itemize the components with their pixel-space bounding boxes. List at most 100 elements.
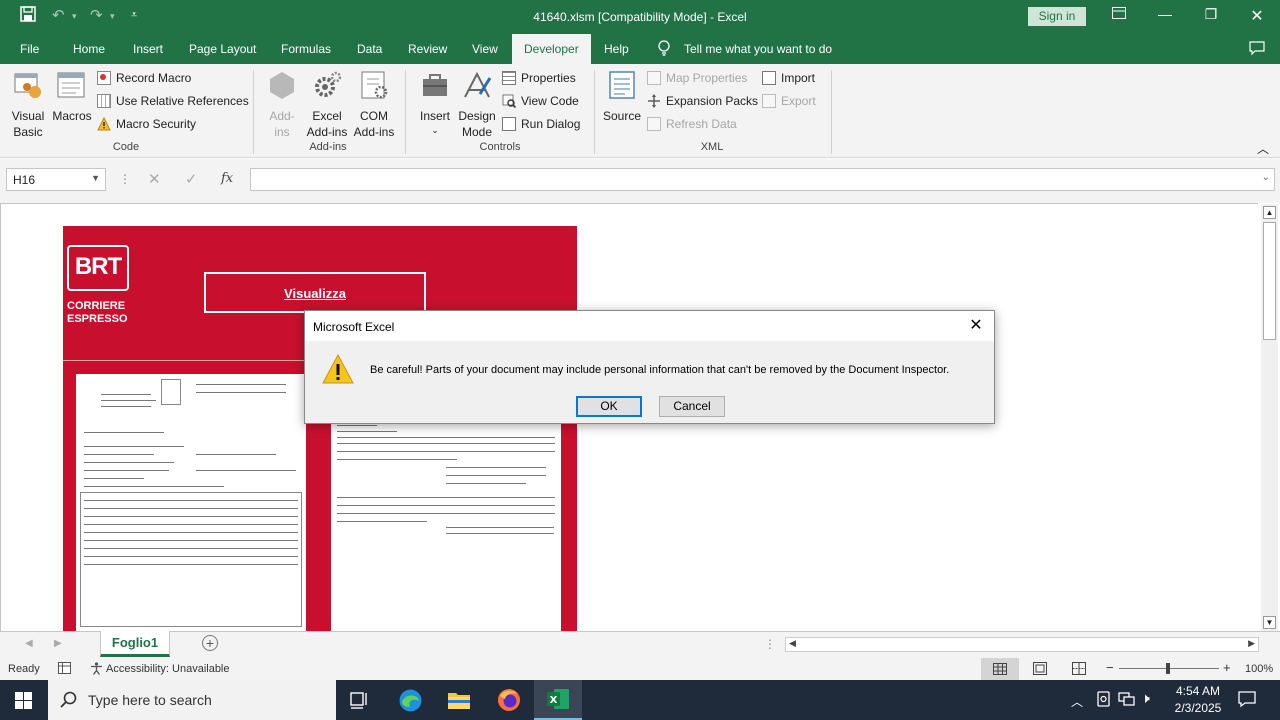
taskbar-search-box[interactable]: Type here to search [48, 680, 336, 720]
tab-home[interactable]: Home [73, 42, 105, 56]
insert-control-button[interactable]: Insert ⌄ [414, 68, 456, 140]
tab-data[interactable]: Data [357, 42, 382, 56]
excel-add-ins-button[interactable]: Excel Add-ins [303, 68, 351, 140]
view-code-button[interactable]: View Code [502, 94, 579, 109]
scroll-up-icon[interactable]: ▲ [1263, 206, 1276, 219]
xml-source-icon [609, 71, 635, 99]
properties-button[interactable]: Properties [502, 71, 576, 85]
file-explorer-icon[interactable] [447, 689, 471, 714]
zoom-in-icon[interactable]: + [1223, 660, 1231, 675]
tab-file[interactable]: File [20, 42, 39, 56]
normal-view-button[interactable] [981, 658, 1019, 680]
insert-function-icon[interactable]: fx [221, 171, 233, 186]
code-group-label: Code [112, 141, 140, 153]
name-box[interactable]: H16 ▼ [6, 168, 106, 191]
run-dialog-button[interactable]: Run Dialog [502, 117, 580, 131]
record-macro-button[interactable]: Record Macro [97, 71, 191, 85]
show-hidden-icons[interactable]: ︿ [1071, 693, 1083, 710]
tab-help[interactable]: Help [604, 42, 629, 56]
gear-icon [315, 71, 342, 97]
ribbon: Visual Basic Macros Record Macro Use Rel… [0, 64, 1280, 158]
design-mode-button[interactable]: Design Mode [456, 68, 498, 140]
prev-sheet-icon[interactable]: ◀ [25, 638, 33, 649]
edge-icon[interactable] [398, 688, 423, 716]
accessibility-status[interactable]: Accessibility: Unavailable [106, 663, 230, 675]
windows-start-icon[interactable] [15, 692, 32, 712]
macro-recording-icon[interactable] [58, 662, 71, 677]
dialog-close-icon[interactable]: ✕ [966, 316, 986, 336]
visualizza-button[interactable]: Visualizza [204, 272, 426, 313]
scroll-down-icon[interactable]: ▼ [1263, 616, 1276, 629]
ribbon-display-options-icon[interactable] [1109, 6, 1129, 22]
macros-button[interactable]: Macros [50, 68, 94, 140]
cancel-entry-icon[interactable]: ✕ [148, 170, 161, 188]
relative-references-icon [97, 94, 111, 108]
restore-icon[interactable]: ❐ [1201, 6, 1221, 23]
sheet-tab-foglio1[interactable]: Foglio1 [100, 631, 170, 657]
xml-source-button[interactable]: Source [601, 68, 643, 140]
com-add-ins-button[interactable]: COM Add-ins [351, 68, 397, 140]
formula-input[interactable]: ⌄ [250, 168, 1275, 191]
dialog-title: Microsoft Excel [313, 320, 395, 334]
tab-developer[interactable]: Developer [512, 34, 591, 64]
add-ins-icon [270, 72, 294, 99]
tell-me-search[interactable]: Tell me what you want to do [684, 42, 832, 56]
import-button[interactable]: Import [762, 71, 815, 85]
windows-taskbar: Type here to search X ︿ 🕨 4:54 AM 2/3/20… [0, 680, 1280, 720]
use-relative-references-button[interactable]: Use Relative References [97, 94, 249, 108]
vertical-scrollbar[interactable]: ▲ ▼ [1261, 204, 1278, 632]
tab-formulas[interactable]: Formulas [281, 42, 331, 56]
collapse-ribbon-icon[interactable]: ︿ [1257, 140, 1269, 157]
accessibility-icon[interactable] [90, 662, 103, 678]
zoom-out-icon[interactable]: − [1106, 660, 1114, 675]
tab-split-grip-icon[interactable]: ⋮ [764, 637, 776, 651]
formula-bar: H16 ▼ ⋮ ✕ ✓ fx ⌄ [0, 159, 1280, 203]
invoice-page-image [76, 374, 306, 631]
new-sheet-icon[interactable]: + [202, 635, 218, 651]
expansion-packs-button[interactable]: Expansion Packs [647, 94, 758, 108]
task-view-icon[interactable] [350, 691, 368, 712]
com-add-ins-icon [361, 71, 388, 99]
notifications-icon[interactable] [1238, 690, 1256, 711]
window-title: 41640.xlsm [Compatibility Mode] - Excel [533, 10, 747, 24]
firefox-icon[interactable] [497, 688, 521, 715]
meet-now-icon[interactable] [1096, 691, 1111, 710]
volume-icon[interactable]: 🕨 [1141, 690, 1150, 707]
export-button[interactable]: Export [762, 94, 816, 108]
network-icon[interactable] [1118, 691, 1135, 710]
taskbar-date[interactable]: 2/3/2025 [1170, 701, 1226, 715]
divider [405, 70, 406, 154]
tab-insert[interactable]: Insert [133, 42, 163, 56]
cancel-button[interactable]: Cancel [659, 396, 725, 417]
visual-basic-button[interactable]: Visual Basic [6, 68, 50, 140]
confirm-entry-icon[interactable]: ✓ [185, 170, 198, 188]
scrollbar-thumb[interactable] [1263, 222, 1276, 340]
page-layout-view-icon[interactable] [1033, 662, 1047, 678]
tab-page-layout[interactable]: Page Layout [189, 42, 256, 56]
zoom-slider-thumb[interactable] [1166, 663, 1170, 674]
name-box-dropdown-icon[interactable]: ▼ [91, 173, 100, 183]
taskbar-time[interactable]: 4:54 AM [1170, 684, 1226, 698]
close-icon[interactable]: ✕ [1247, 6, 1267, 26]
page-break-preview-icon[interactable] [1072, 662, 1086, 678]
macro-security-button[interactable]: Macro Security [97, 116, 196, 131]
map-properties-button[interactable]: Map Properties [647, 71, 747, 85]
search-icon [60, 691, 77, 711]
add-ins-button[interactable]: Add- ins [262, 68, 302, 140]
svg-text:X: X [550, 695, 558, 706]
divider [253, 70, 254, 154]
comments-icon[interactable] [1249, 40, 1265, 59]
excel-taskbar-button[interactable]: X [534, 680, 582, 720]
next-sheet-icon[interactable]: ▶ [54, 638, 62, 649]
sign-in-button[interactable]: Sign in [1028, 7, 1086, 26]
tab-view[interactable]: View [472, 42, 498, 56]
scroll-right-icon[interactable]: ▶ [1248, 638, 1255, 649]
expand-formula-icon[interactable]: ⌄ [1262, 172, 1270, 183]
scroll-left-icon[interactable]: ◀ [789, 638, 796, 649]
minimize-icon[interactable]: — [1155, 6, 1175, 22]
ok-button[interactable]: OK [576, 396, 642, 417]
refresh-data-button[interactable]: Refresh Data [647, 117, 737, 131]
horizontal-scrollbar[interactable]: ◀ ▶ [785, 637, 1259, 652]
zoom-level[interactable]: 100% [1245, 663, 1273, 675]
tab-review[interactable]: Review [408, 42, 447, 56]
